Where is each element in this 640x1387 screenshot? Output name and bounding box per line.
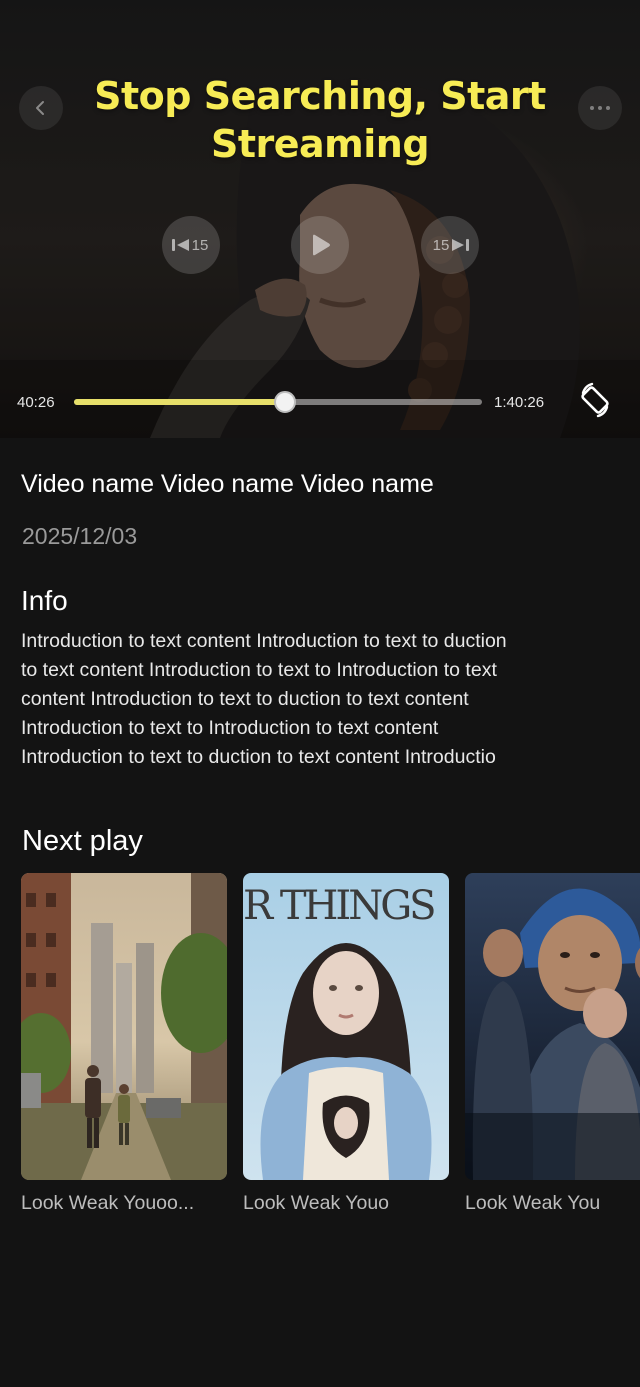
card-thumbnail[interactable]: R THINGS [243,873,449,1180]
info-description: Introduction to text content Introductio… [21,627,621,772]
card-thumbnail[interactable] [21,873,227,1180]
promo-headline: Stop Searching, Start Streaming [94,74,546,166]
play-icon [313,234,330,256]
rewind-icon [171,239,189,251]
play-button[interactable] [291,216,349,274]
progress-bar[interactable] [74,391,482,413]
card-title: Look Weak Youo [243,1192,390,1214]
next-play-heading: Next play [22,825,143,857]
progress-fill [74,399,285,405]
poster-image [21,873,227,1180]
video-player[interactable]: Stop Searching, Start Streaming 15 15 40… [0,0,640,438]
info-line: to text content Introduction to text to … [21,659,497,681]
poster-image: R THINGS [243,873,449,1180]
next-play-card[interactable]: Look Weak You [465,873,640,1215]
forward-button[interactable]: 15 [421,216,479,274]
current-time: 40:26 [17,394,55,411]
next-play-card[interactable]: Look Weak Youoo... [21,873,227,1215]
video-date: 2025/12/03 [22,523,138,549]
rotate-screen-button[interactable] [575,380,615,420]
card-title: Look Weak Youoo... [21,1192,195,1214]
total-time: 1:40:26 [494,394,545,411]
next-play-card[interactable]: R THINGS Look Weak Youo [243,873,449,1215]
video-title: Video name Video name Video name [21,470,434,498]
info-line: Introduction to text to Introduction to … [21,717,439,739]
info-line: Introduction to text content Introductio… [21,630,507,652]
rotate-screen-icon [581,382,609,418]
forward-icon [452,239,470,251]
poster-image [465,873,640,1180]
card-title: Look Weak You [465,1192,601,1214]
card-thumbnail[interactable] [465,873,640,1180]
info-heading: Info [21,585,68,616]
progress-handle[interactable] [273,391,296,413]
poster-text: R THINGS [243,883,434,929]
rewind-button[interactable]: 15 [162,216,220,274]
info-line: Introduction to text to duction to text … [21,746,496,768]
rewind-seconds: 15 [191,236,209,254]
info-line: content Introduction to text to duction … [21,688,469,710]
forward-seconds: 15 [432,236,450,254]
